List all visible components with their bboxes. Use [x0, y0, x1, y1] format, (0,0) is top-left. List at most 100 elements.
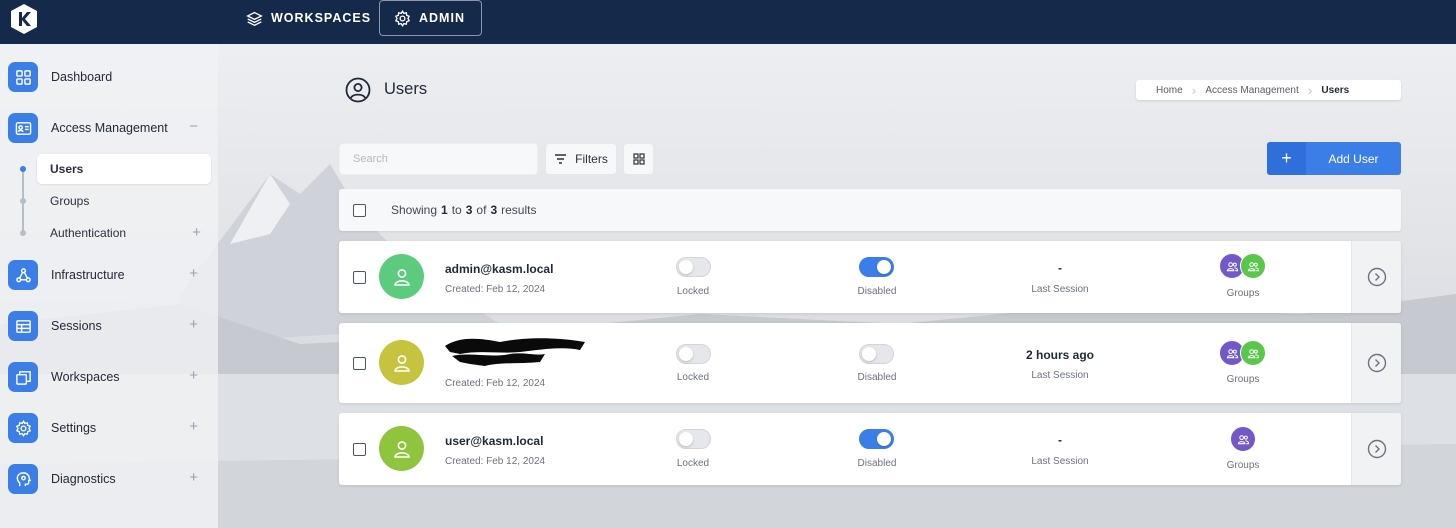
subnav-dot-active	[20, 166, 26, 172]
breadcrumb-home[interactable]: Home	[1156, 80, 1183, 100]
breadcrumb: Home › Access Management › Users	[1136, 80, 1401, 100]
disabled-label: Disabled	[857, 286, 897, 297]
last-session-label: Last Session	[1031, 370, 1089, 381]
results-header: Showing 1 to 3 of 3 results	[339, 189, 1401, 231]
gear-icon	[394, 9, 411, 27]
table-icon	[15, 319, 31, 333]
filters-label: Filters	[575, 152, 608, 166]
locked-toggle[interactable]	[676, 429, 711, 449]
user-row[interactable]: user@kasm.local Created: Feb 12, 2024 Lo…	[339, 413, 1401, 485]
disabled-toggle[interactable]	[859, 257, 894, 277]
user-name[interactable]: admin@kasm.local	[445, 262, 553, 276]
grid-icon	[15, 69, 31, 85]
expand-icon[interactable]: +	[192, 224, 201, 241]
kasm-logo[interactable]	[8, 2, 40, 36]
results-total: 3	[490, 203, 498, 217]
sidebar-item-diagnostics[interactable]: Diagnostics +	[8, 463, 208, 495]
admin-nav-label: ADMIN	[419, 11, 465, 25]
collapse-icon[interactable]: −	[189, 119, 198, 134]
add-user-label: Add User	[1328, 151, 1379, 166]
subitem-label: Users	[50, 162, 84, 176]
chevron-right-circle-icon	[1367, 439, 1386, 459]
expand-icon[interactable]: +	[189, 266, 198, 281]
grid-view-button[interactable]	[623, 143, 654, 175]
row-details-button[interactable]	[1351, 413, 1401, 485]
user-icon	[393, 268, 410, 286]
last-session-value: -	[1058, 261, 1062, 275]
sidebar-item-label: Dashboard	[51, 70, 113, 84]
expand-icon[interactable]: +	[189, 368, 198, 383]
expand-icon[interactable]: +	[189, 470, 198, 485]
sidebar-subitem-authentication[interactable]: Authentication +	[37, 218, 211, 248]
group-badge[interactable]	[1240, 253, 1266, 279]
subnav-dot	[20, 198, 26, 204]
last-session-label: Last Session	[1031, 456, 1089, 467]
sidebar-item-label: Settings	[51, 421, 97, 435]
last-session-value: 2 hours ago	[1025, 348, 1094, 362]
group-badge[interactable]	[1230, 426, 1256, 452]
last-session-label: Last Session	[1031, 284, 1089, 295]
sidebar-subitem-groups[interactable]: Groups	[37, 186, 211, 216]
chevron-right-circle-icon	[1367, 353, 1386, 373]
subitem-label: Groups	[50, 194, 90, 208]
row-details-button[interactable]	[1351, 241, 1401, 313]
results-prefix: Showing	[391, 203, 438, 217]
sidebar-item-label: Workspaces	[51, 370, 120, 384]
user-icon	[393, 440, 410, 458]
chevron-right-circle-icon	[1367, 267, 1386, 287]
network-icon	[15, 267, 31, 282]
chevron-right-icon: ›	[1191, 82, 1197, 98]
sidebar-item-label: Access Management	[51, 121, 168, 135]
locked-toggle[interactable]	[676, 257, 711, 277]
filters-button[interactable]: Filters	[545, 143, 617, 175]
row-checkbox[interactable]	[353, 271, 366, 284]
disabled-toggle[interactable]	[859, 344, 894, 364]
sidebar-item-sessions[interactable]: Sessions +	[8, 310, 208, 342]
locked-toggle[interactable]	[676, 344, 711, 364]
user-name[interactable]: user@kasm.local	[445, 434, 543, 448]
gear-icon	[15, 419, 31, 437]
search-input[interactable]	[339, 143, 538, 175]
results-suffix: results	[501, 203, 537, 217]
sidebar-item-access-management[interactable]: Access Management −	[8, 112, 208, 144]
sidebar-item-settings[interactable]: Settings +	[8, 412, 208, 444]
groups-label: Groups	[1226, 460, 1260, 471]
workspaces-nav-button[interactable]: WORKSPACES	[246, 0, 371, 36]
users-icon	[1237, 434, 1249, 444]
breadcrumb-access-management[interactable]: Access Management	[1205, 80, 1298, 100]
sidebar-item-workspaces[interactable]: Workspaces +	[8, 361, 208, 393]
results-to-word: to	[451, 203, 462, 217]
user-created: Created: Feb 12, 2024	[445, 456, 546, 467]
avatar	[379, 426, 424, 471]
row-details-button[interactable]	[1351, 323, 1401, 403]
expand-icon[interactable]: +	[189, 419, 198, 434]
sidebar-item-infrastructure[interactable]: Infrastructure +	[8, 259, 208, 291]
head-icon	[16, 471, 31, 486]
locked-label: Locked	[676, 372, 710, 383]
redacted-username-scribble	[445, 338, 585, 366]
select-all-checkbox[interactable]	[353, 203, 366, 217]
group-badge[interactable]	[1240, 340, 1266, 366]
add-user-button[interactable]: + Add User	[1267, 142, 1401, 175]
sidebar-subitem-users[interactable]: Users	[37, 154, 211, 184]
locked-label: Locked	[676, 458, 710, 469]
expand-icon[interactable]: +	[189, 317, 198, 332]
users-icon	[1247, 261, 1259, 271]
windows-icon	[15, 370, 31, 385]
user-created: Created: Feb 12, 2024	[445, 284, 546, 295]
sidebar-item-label: Diagnostics	[51, 472, 116, 486]
admin-nav-button[interactable]: ADMIN	[379, 0, 482, 36]
sidebar-item-dashboard[interactable]: Dashboard	[8, 61, 208, 93]
id-card-icon	[15, 121, 31, 135]
subitem-label: Authentication	[50, 226, 127, 240]
results-to: 3	[465, 203, 473, 217]
disabled-toggle[interactable]	[859, 429, 894, 449]
row-checkbox[interactable]	[353, 357, 366, 370]
avatar	[379, 254, 424, 299]
user-row[interactable]: admin@kasm.local Created: Feb 12, 2024 L…	[339, 241, 1401, 313]
users-icon	[1247, 348, 1259, 358]
sidebar-item-label: Sessions	[51, 319, 102, 333]
layers-icon	[246, 11, 263, 26]
results-from: 1	[441, 203, 448, 217]
row-checkbox[interactable]	[353, 443, 366, 456]
